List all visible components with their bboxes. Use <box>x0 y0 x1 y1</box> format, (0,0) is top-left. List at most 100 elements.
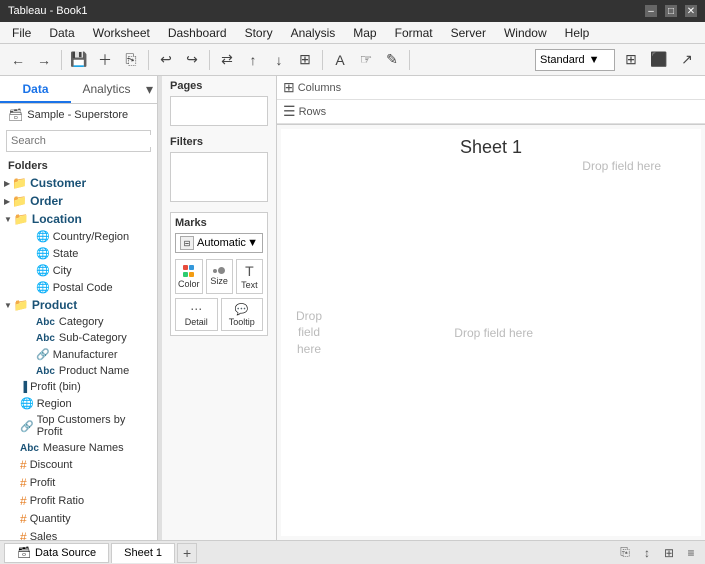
left-panel-tabs: Data Analytics ▾ <box>0 76 157 104</box>
sheet-title: Sheet 1 <box>281 129 701 158</box>
folder-icon-3: 📁 <box>14 212 29 226</box>
menu-help[interactable]: Help <box>557 24 598 42</box>
marks-detail-button[interactable]: ⋯ Detail <box>175 298 218 331</box>
menu-format[interactable]: Format <box>387 24 441 42</box>
label-button[interactable]: A <box>328 48 352 72</box>
new-sheet-button[interactable]: + <box>177 543 197 563</box>
columns-shelf[interactable]: ⊞ Columns <box>277 76 705 100</box>
marks-text-button[interactable]: T Text <box>236 259 263 294</box>
minimize-button[interactable]: – <box>645 5 657 17</box>
menu-window[interactable]: Window <box>496 24 555 42</box>
folder-order[interactable]: ▶ 📁 Order <box>0 192 157 210</box>
chevron-right-icon-2: ▶ <box>4 197 10 206</box>
view-toggle-button[interactable]: ⊞ <box>619 48 643 72</box>
swap-button[interactable]: ⇄ <box>215 48 239 72</box>
marks-size-button[interactable]: Size <box>206 259 233 294</box>
tree-measure-names[interactable]: Abc Measure Names <box>0 440 157 456</box>
redo-button[interactable]: ↪ <box>180 48 204 72</box>
tree-category[interactable]: Abc Category <box>0 314 157 330</box>
tab-analytics[interactable]: Analytics <box>71 76 142 103</box>
group-button[interactable]: ⊞ <box>293 48 317 72</box>
menu-dashboard[interactable]: Dashboard <box>160 24 235 42</box>
toolbar: ← → 💾 ＋ ⎘ ↩ ↪ ⇄ ↑ ↓ ⊞ A ☞ ✎ Standard ▼ ⊞… <box>0 44 705 76</box>
pages-label: Pages <box>170 80 268 92</box>
filters-section: Filters <box>162 132 276 208</box>
canvas-header: ⊞ Columns ☰ Rows <box>277 76 705 125</box>
chevron-down-icon-2: ▼ <box>4 301 12 310</box>
tree-state[interactable]: 🌐 State <box>0 245 157 262</box>
tree-postal-code[interactable]: 🌐 Postal Code <box>0 279 157 296</box>
chevron-down-icon: ▼ <box>4 215 12 224</box>
marks-tooltip-button[interactable]: 💬 Tooltip <box>221 298 264 331</box>
tree-city[interactable]: 🌐 City <box>0 262 157 279</box>
tooltip-button[interactable]: ☞ <box>354 48 378 72</box>
data-source-icon: 🗃 <box>17 546 31 559</box>
forward-button[interactable]: → <box>32 48 56 72</box>
undo-button[interactable]: ↩ <box>154 48 178 72</box>
hash-icon-5: # <box>20 530 27 540</box>
abc-icon-3: Abc <box>36 366 55 377</box>
menu-map[interactable]: Map <box>345 24 384 42</box>
present-button[interactable]: ⬛ <box>647 48 671 72</box>
tree-manufacturer[interactable]: 🔗 Manufacturer <box>0 346 157 363</box>
tree-subcategory[interactable]: Abc Sub-Category <box>0 330 157 346</box>
sort-asc-button[interactable]: ↑ <box>241 48 265 72</box>
tree-product-name[interactable]: Abc Product Name <box>0 363 157 379</box>
sheet-canvas[interactable]: Sheet 1 Drop field here Drop field here … <box>281 129 701 536</box>
pages-drop-zone[interactable] <box>170 96 268 126</box>
folder-customer[interactable]: ▶ 📁 Customer <box>0 174 157 192</box>
menu-file[interactable]: File <box>4 24 39 42</box>
columns-drop-zone[interactable] <box>349 78 699 98</box>
menu-data[interactable]: Data <box>41 24 82 42</box>
menu-story[interactable]: Story <box>237 24 281 42</box>
save-button[interactable]: 💾 <box>67 48 91 72</box>
search-input[interactable] <box>7 135 157 147</box>
close-button[interactable]: ✕ <box>685 5 697 17</box>
folder-icon-2: 📁 <box>12 194 27 208</box>
marks-color-button[interactable]: Color <box>175 259 203 294</box>
menu-analysis[interactable]: Analysis <box>283 24 344 42</box>
panel-pin-button[interactable]: ▾ <box>142 76 157 103</box>
marks-detail-row: ⋯ Detail 💬 Tooltip <box>175 298 263 331</box>
folders-label: Folders <box>0 156 157 174</box>
rows-icon: ☰ <box>283 103 296 120</box>
drop-hint-center: Drop field here <box>454 326 533 340</box>
back-button[interactable]: ← <box>6 48 30 72</box>
format-button[interactable]: ✎ <box>380 48 404 72</box>
link-icon-2: 🔗 <box>20 420 34 433</box>
tree-profit-ratio[interactable]: # Profit Ratio <box>0 492 157 510</box>
add-button[interactable]: ＋ <box>93 48 117 72</box>
share-button[interactable]: ↗ <box>675 48 699 72</box>
folder-location[interactable]: ▼ 📁 Location <box>0 210 157 228</box>
duplicate-button[interactable]: ⎘ <box>119 48 143 72</box>
tree-discount[interactable]: # Discount <box>0 456 157 474</box>
globe-icon: 🌐 <box>36 230 50 243</box>
tree-profit-bin[interactable]: ▐ Profit (bin) <box>0 379 157 395</box>
folder-product[interactable]: ▼ 📁 Product <box>0 296 157 314</box>
marks-type-dropdown[interactable]: ⊟ Automatic ▼ <box>175 233 263 253</box>
rows-shelf[interactable]: ☰ Rows <box>277 100 705 124</box>
view-size-dropdown[interactable]: Standard ▼ <box>535 49 615 71</box>
maximize-button[interactable]: □ <box>665 5 677 17</box>
tab-sheet1[interactable]: Sheet 1 <box>111 543 175 563</box>
data-source-item[interactable]: 🗃 Sample - Superstore <box>0 104 157 126</box>
tree-region[interactable]: 🌐 Region <box>0 395 157 412</box>
bottom-list-button[interactable]: ≡ <box>681 543 701 563</box>
menu-worksheet[interactable]: Worksheet <box>85 24 158 42</box>
tree-top-customers[interactable]: 🔗 Top Customers by Profit <box>0 412 157 440</box>
sort-desc-button[interactable]: ↓ <box>267 48 291 72</box>
bottom-sort-button[interactable]: ↕ <box>637 543 657 563</box>
tree-quantity[interactable]: # Quantity <box>0 510 157 528</box>
tree-country-region[interactable]: 🌐 Country/Region <box>0 228 157 245</box>
globe-icon-3: 🌐 <box>36 264 50 277</box>
tree-sales[interactable]: # Sales <box>0 528 157 540</box>
menu-server[interactable]: Server <box>443 24 494 42</box>
tree-profit[interactable]: # Profit <box>0 474 157 492</box>
filters-drop-zone[interactable] <box>170 152 268 202</box>
bottom-grid-button[interactable]: ⊞ <box>659 543 679 563</box>
bottom-duplicate-button[interactable]: ⎘ <box>615 543 635 563</box>
tab-data-source[interactable]: 🗃 Data Source <box>4 543 109 563</box>
rows-label: ☰ Rows <box>283 103 326 120</box>
rows-drop-zone[interactable] <box>334 102 699 122</box>
tab-data[interactable]: Data <box>0 76 71 103</box>
